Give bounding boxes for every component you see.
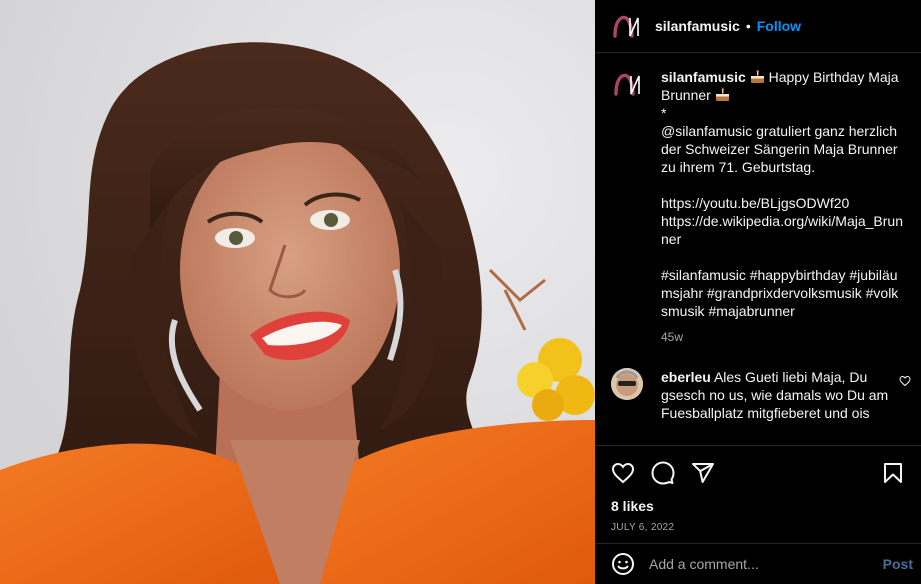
separator-dot: • bbox=[745, 18, 751, 34]
share-icon[interactable] bbox=[691, 461, 715, 485]
caption-body-text: * @silanfamusic gratuliert ganz herzlich… bbox=[661, 105, 904, 319]
post-comment-button[interactable]: Post bbox=[883, 556, 913, 572]
logo-icon bbox=[613, 15, 639, 38]
post-header: silanfamusic • Follow bbox=[595, 0, 921, 53]
follow-button[interactable]: Follow bbox=[757, 18, 801, 34]
cake-icon bbox=[715, 88, 730, 102]
post-side-panel: silanfamusic • Follow silanfamusic Happy… bbox=[595, 0, 921, 584]
account-handle[interactable]: silanfamusic bbox=[655, 18, 740, 34]
comment: eberleu Ales Gueti liebi Maja, Du gsesch… bbox=[611, 368, 911, 422]
actions-bar: 8 likes JULY 6, 2022 bbox=[595, 445, 921, 533]
caption-username[interactable]: silanfamusic bbox=[661, 69, 746, 85]
heart-icon[interactable] bbox=[611, 461, 635, 485]
comment-username[interactable]: eberleu bbox=[661, 369, 711, 385]
post-date[interactable]: JULY 6, 2022 bbox=[611, 522, 905, 533]
emoji-icon[interactable] bbox=[611, 552, 635, 576]
caption: silanfamusic Happy Birthday Maja Brunner… bbox=[611, 68, 905, 346]
comments-scroll-area[interactable]: silanfamusic Happy Birthday Maja Brunner… bbox=[595, 54, 921, 444]
account-avatar[interactable] bbox=[610, 10, 642, 42]
comment-composer: Add a comment... Post bbox=[595, 543, 921, 584]
commenter-avatar-image bbox=[611, 368, 643, 400]
comment-icon[interactable] bbox=[651, 461, 675, 485]
bookmark-icon[interactable] bbox=[881, 461, 905, 485]
post-photo[interactable] bbox=[0, 0, 595, 584]
action-icons bbox=[611, 460, 905, 486]
portrait-image bbox=[0, 0, 595, 584]
comment-text: eberleu Ales Gueti liebi Maja, Du gsesch… bbox=[661, 368, 899, 422]
commenter-avatar[interactable] bbox=[611, 368, 643, 400]
comment-input[interactable]: Add a comment... bbox=[649, 556, 759, 572]
caption-avatar[interactable] bbox=[611, 68, 643, 100]
cake-icon bbox=[750, 70, 765, 84]
likes-count[interactable]: 8 likes bbox=[611, 498, 905, 514]
instagram-post: silanfamusic • Follow silanfamusic Happy… bbox=[0, 0, 921, 584]
caption-text: silanfamusic Happy Birthday Maja Brunner… bbox=[661, 68, 905, 346]
small-heart-icon[interactable] bbox=[899, 374, 911, 392]
caption-age[interactable]: 45w bbox=[661, 328, 905, 346]
logo-icon bbox=[614, 73, 640, 96]
